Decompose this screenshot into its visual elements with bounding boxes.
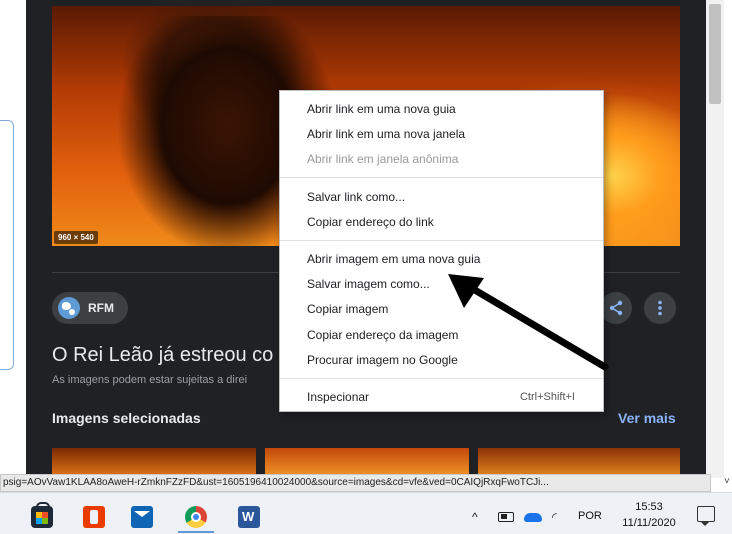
scroll-down-glyph: ˅: [724, 476, 730, 487]
menu-inspect-shortcut: Ctrl+Shift+I: [519, 391, 575, 403]
related-images-heading: Imagens selecionadas: [52, 410, 201, 426]
source-chip[interactable]: RFM: [52, 292, 128, 324]
source-label: RFM: [88, 301, 114, 315]
more-vert-icon: [658, 300, 662, 316]
wifi-icon[interactable]: ◜: [552, 510, 557, 524]
system-tray: ◜: [498, 507, 557, 527]
store-icon[interactable]: [31, 502, 53, 528]
result-title[interactable]: O Rei Leão já estreou co: [52, 344, 292, 367]
globe-icon: [58, 297, 80, 319]
tray-expand-icon[interactable]: ^: [472, 507, 478, 527]
image-dimensions-badge: 960 × 540: [54, 231, 98, 244]
more-options-button[interactable]: [644, 292, 676, 324]
status-bar-url: psig=AOvVaw1KLAA8oAweH-rZmknFZzFD&ust=16…: [0, 474, 711, 492]
menu-open-image-new-tab[interactable]: Abrir imagem em uma nova guia: [280, 247, 603, 271]
battery-icon[interactable]: [498, 512, 514, 522]
menu-separator: [280, 177, 603, 178]
office-icon[interactable]: [83, 506, 105, 528]
page-edge-frame: [0, 120, 14, 370]
onedrive-icon[interactable]: [524, 512, 542, 522]
language-indicator[interactable]: POR: [578, 510, 602, 522]
menu-inspect[interactable]: Inspecionar Ctrl+Shift+I: [280, 385, 603, 409]
clock-date: 11/11/2020: [622, 517, 676, 529]
menu-open-link-new-window[interactable]: Abrir link em uma nova janela: [280, 122, 603, 146]
screen: 960 × 540 RFM O Rei Leão já estreou co A…: [0, 0, 732, 534]
menu-separator: [280, 240, 603, 241]
scrollbar-thumb[interactable]: [709, 4, 721, 104]
clock-time: 15:53: [635, 501, 663, 513]
mail-icon[interactable]: [131, 506, 153, 528]
menu-inspect-label: Inspecionar: [307, 390, 370, 404]
menu-save-link-as[interactable]: Salvar link como...: [280, 185, 603, 209]
clock[interactable]: 15:53 11/11/2020: [614, 499, 684, 531]
see-more-link[interactable]: Ver mais: [618, 410, 676, 426]
menu-open-link-new-tab[interactable]: Abrir link em uma nova guia: [280, 97, 603, 121]
notification-icon[interactable]: [697, 506, 715, 526]
chrome-icon[interactable]: [185, 506, 207, 528]
menu-copy-link-address[interactable]: Copiar endereço do link: [280, 210, 603, 234]
copyright-notice: As imagens podem estar sujeitas a direi: [52, 374, 248, 386]
word-icon[interactable]: [238, 506, 260, 528]
annotation-arrow: [448, 274, 609, 371]
menu-open-link-incognito[interactable]: Abrir link em janela anônima: [280, 147, 603, 171]
active-app-indicator: [178, 531, 214, 533]
